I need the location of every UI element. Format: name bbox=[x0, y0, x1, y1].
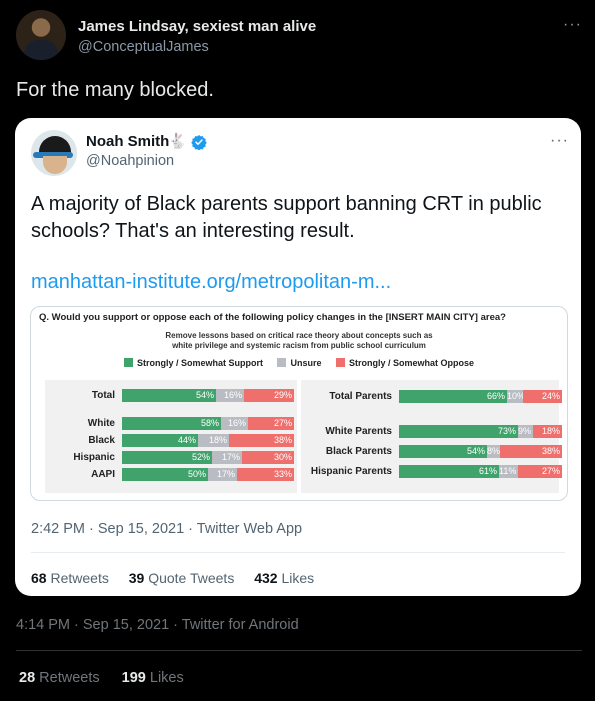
chart-bar: 54% 16% 29% bbox=[122, 389, 294, 402]
bar-segment-support: 50% bbox=[122, 468, 208, 481]
chart-row-label: Black Parents bbox=[325, 446, 392, 457]
chart-bar: 52% 17% 30% bbox=[122, 451, 294, 464]
bar-segment-unsure: 17% bbox=[208, 468, 237, 481]
quoted-quote-tweets[interactable]: 39 Quote Tweets bbox=[129, 570, 235, 586]
tweet-likes[interactable]: 199 Likes bbox=[122, 670, 184, 686]
verified-badge-icon bbox=[191, 135, 207, 150]
chart-subtitle-line-2: white privilege and systemic racism from… bbox=[172, 341, 426, 350]
chart-bar: 73% 9% 18% bbox=[399, 425, 562, 438]
quoted-more-dots-icon[interactable]: ··· bbox=[550, 132, 569, 150]
more-dots-icon[interactable]: ··· bbox=[563, 16, 582, 34]
quoted-retweets-count: 68 bbox=[31, 570, 47, 586]
tweet-likes-label: Likes bbox=[149, 670, 184, 686]
chart-subtitle-line-1: Remove lessons based on critical race th… bbox=[165, 331, 433, 340]
stats-divider-top bbox=[16, 650, 582, 651]
quoted-quotes-label: Quote Tweets bbox=[148, 570, 235, 586]
chart-bar: 54% 8% 38% bbox=[399, 445, 562, 458]
quoted-author-handle[interactable]: @Noahpinion bbox=[86, 153, 174, 169]
quoted-retweets-label: Retweets bbox=[50, 570, 109, 586]
bar-segment-support: 52% bbox=[122, 451, 212, 464]
chart-legend: Strongly / Somewhat Support Unsure Stron… bbox=[31, 358, 567, 368]
quoted-tweet-card[interactable]: Noah Smith 🐇 @Noahpinion ··· A majority … bbox=[15, 118, 581, 596]
legend-label-unsure: Unsure bbox=[290, 358, 322, 368]
chart-row-label: Total Parents bbox=[329, 391, 392, 402]
quoted-stats: 68 Retweets 39 Quote Tweets 432 Likes bbox=[31, 570, 330, 586]
chart-row-label: White bbox=[87, 418, 115, 429]
article-link[interactable]: manhattan-institute.org/metropolitan-m..… bbox=[31, 271, 391, 294]
tweet-text: For the many blocked. bbox=[16, 79, 214, 101]
bar-segment-oppose: 18% bbox=[533, 425, 562, 438]
tweet-retweets-label: Retweets bbox=[39, 670, 100, 686]
bar-segment-support: 73% bbox=[399, 425, 518, 438]
quoted-timestamp[interactable]: 2:42 PM · Sep 15, 2021 · Twitter Web App bbox=[31, 521, 302, 537]
legend-label-oppose: Strongly / Somewhat Oppose bbox=[349, 358, 475, 368]
quoted-likes[interactable]: 432 Likes bbox=[254, 570, 314, 586]
stats-divider bbox=[31, 552, 565, 553]
bar-segment-unsure: 16% bbox=[221, 417, 248, 430]
bar-segment-support: 54% bbox=[399, 445, 487, 458]
chart-row-label: Total bbox=[91, 390, 115, 401]
legend-unsure: Unsure bbox=[277, 358, 322, 368]
bar-segment-unsure: 9% bbox=[518, 425, 533, 438]
bar-segment-support: 44% bbox=[122, 434, 198, 447]
bar-segment-unsure: 17% bbox=[212, 451, 242, 464]
bar-segment-support: 54% bbox=[122, 389, 216, 402]
quoted-author-avatar[interactable] bbox=[31, 130, 77, 176]
bar-segment-support: 66% bbox=[399, 390, 507, 403]
chart-bar: 50% 17% 33% bbox=[122, 468, 294, 481]
tweet-stats: 28 Retweets 199 Likes bbox=[19, 670, 202, 686]
quoted-retweets[interactable]: 68 Retweets bbox=[31, 570, 109, 586]
legend-swatch-unsure bbox=[277, 358, 287, 367]
quoted-likes-count: 432 bbox=[254, 570, 278, 586]
chart-bar: 44% 18% 38% bbox=[122, 434, 294, 447]
chart-row-label: Hispanic bbox=[73, 452, 115, 463]
tweet-retweets[interactable]: 28 Retweets bbox=[19, 670, 100, 686]
legend-oppose: Strongly / Somewhat Oppose bbox=[336, 358, 474, 368]
bar-segment-unsure: 16% bbox=[216, 389, 244, 402]
author-name[interactable]: James Lindsay, sexiest man alive bbox=[78, 18, 316, 35]
bar-segment-unsure: 18% bbox=[198, 434, 229, 447]
chart-row-label: Hispanic Parents bbox=[310, 466, 392, 477]
chart-row-label: AAPI bbox=[91, 469, 115, 480]
tweet-retweets-count: 28 bbox=[19, 670, 36, 686]
chart-bar: 58% 16% 27% bbox=[122, 417, 294, 430]
rabbit-emoji: 🐇 bbox=[168, 133, 187, 150]
chart-title: Q. Would you support or oppose each of t… bbox=[39, 312, 506, 323]
chart-bar: 66%10%24% bbox=[399, 390, 562, 403]
quoted-tweet-text: A majority of Black parents support bann… bbox=[31, 193, 542, 242]
bar-segment-oppose: 38% bbox=[500, 445, 562, 458]
bar-segment-oppose: 27% bbox=[518, 465, 562, 478]
author-avatar[interactable] bbox=[16, 10, 66, 60]
chart-row-label: Black bbox=[88, 435, 115, 446]
tweet-likes-count: 199 bbox=[121, 670, 146, 686]
chart-bar: 61% 11% 27% bbox=[399, 465, 562, 478]
legend-swatch-oppose bbox=[336, 358, 346, 367]
chart-subtitle: Remove lessons based on critical race th… bbox=[31, 331, 567, 351]
quoted-author-name[interactable]: Noah Smith bbox=[86, 133, 169, 150]
survey-chart-image[interactable]: Q. Would you support or oppose each of t… bbox=[30, 306, 568, 501]
bar-segment-unsure: 8% bbox=[487, 445, 500, 458]
author-handle[interactable]: @ConceptualJames bbox=[78, 39, 209, 55]
bar-segment-support: 58% bbox=[122, 417, 221, 430]
bar-segment-unsure: 11% bbox=[499, 465, 518, 478]
legend-label-support: Strongly / Somewhat Support bbox=[136, 358, 263, 368]
chart-row-label: White Parents bbox=[325, 426, 392, 437]
tweet-timestamp[interactable]: 4:14 PM · Sep 15, 2021 · Twitter for And… bbox=[16, 617, 299, 633]
bar-segment-unsure: 10% bbox=[507, 390, 523, 403]
bar-segment-support: 61% bbox=[399, 465, 499, 478]
legend-support: Strongly / Somewhat Support bbox=[123, 358, 263, 368]
bar-segment-oppose: 24% bbox=[523, 390, 562, 403]
quoted-likes-label: Likes bbox=[281, 570, 315, 586]
quoted-quotes-count: 39 bbox=[128, 570, 145, 586]
legend-swatch-support bbox=[123, 358, 133, 367]
